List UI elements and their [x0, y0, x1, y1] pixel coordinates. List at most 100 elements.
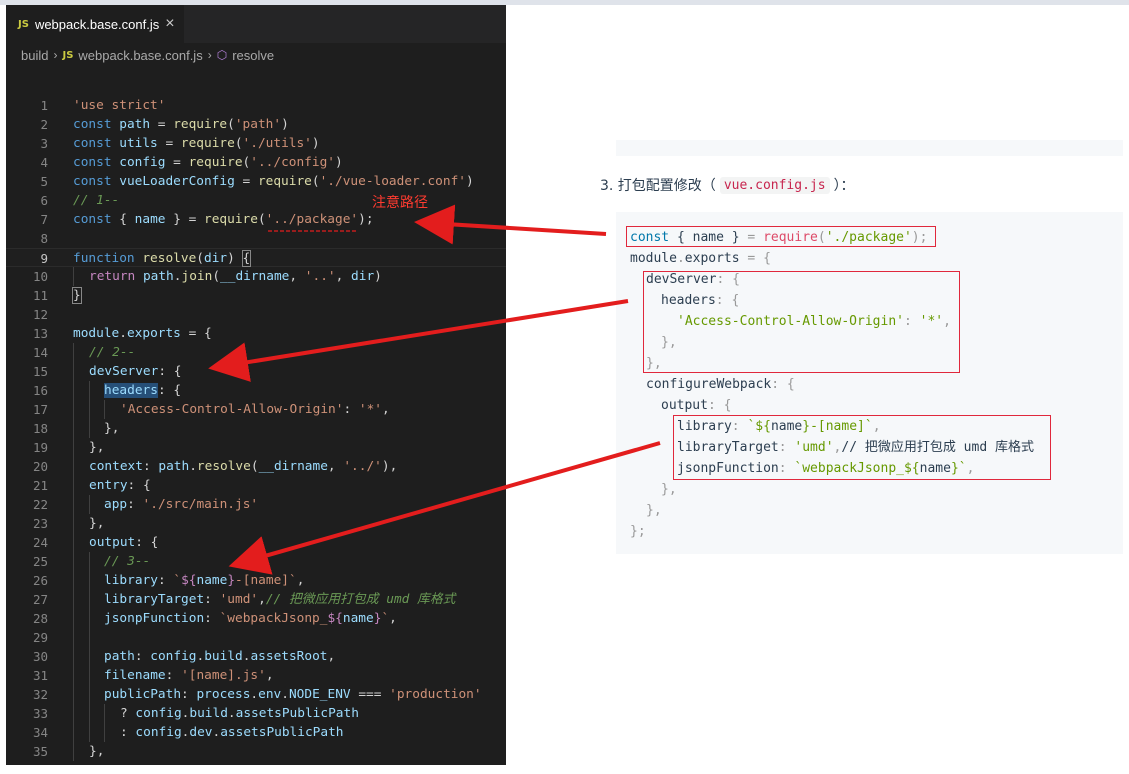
tab-webpack-base-conf[interactable]: JS webpack.base.conf.js ×: [6, 5, 184, 43]
identifier: name: [134, 212, 166, 227]
breadcrumb-folder[interactable]: build: [21, 48, 48, 63]
line-number: 1: [40, 98, 48, 113]
identifier: __dirname: [258, 459, 328, 474]
line-number: 33: [32, 706, 48, 721]
identifier: dir: [351, 269, 375, 284]
identifier: resolve: [196, 459, 251, 474]
code-line: 3 const utils = require('./utils'): [6, 134, 506, 153]
code-area[interactable]: 1 'use strict' 2 const path = require('pat…: [6, 96, 506, 761]
code-line: 6 // 1--: [6, 191, 506, 210]
code-line: 31 filename: '[name].js',: [6, 666, 506, 685]
comment: // 1--: [73, 193, 120, 208]
doc-code-line: };: [630, 524, 646, 539]
line-number: 27: [32, 592, 48, 607]
code-line: 11}: [6, 286, 506, 305]
identifier: join: [181, 269, 213, 284]
identifier: build: [189, 706, 228, 721]
template-brace: ${: [181, 573, 197, 588]
string-literal: 'umd': [219, 592, 259, 607]
string-literal: '*': [358, 402, 382, 417]
string-literal: 'path': [234, 117, 282, 132]
object-key: publicPath: [104, 687, 182, 702]
code-line: 34: config.dev.assetsPublicPath: [6, 723, 506, 742]
heading-suffix: ）：: [833, 178, 855, 194]
code-line: 19},: [6, 438, 506, 457]
highlight-box-devserver: [643, 271, 960, 373]
line-number: 11: [32, 288, 48, 303]
line-number: 34: [32, 725, 48, 740]
string-literal: 'Access-Control-Allow-Origin': [120, 402, 344, 417]
code-line: 21 entry: {: [6, 476, 506, 495]
function-name: resolve: [142, 251, 197, 266]
comment: // 把微应用打包成 umd 库格式: [265, 592, 456, 607]
line-number: 7: [40, 212, 48, 227]
tab-label: webpack.base.conf.js: [34, 16, 160, 32]
code-line: 13 module.exports = {: [6, 324, 506, 343]
code-line: 4 const config = require('../config'): [6, 153, 506, 172]
doc-code-line: },: [646, 503, 662, 518]
line-number: 28: [32, 611, 48, 626]
code-line: 29: [6, 628, 506, 647]
identifier: path: [142, 269, 174, 284]
highlight-box-require: [626, 226, 936, 247]
heading-text: 3. 打包配置修改（: [600, 178, 716, 194]
code-editor: JS webpack.base.conf.js × build › JS web…: [6, 5, 506, 765]
identifier: config: [150, 649, 197, 664]
identifier: config: [135, 706, 182, 721]
string-literal: 'use strict': [73, 98, 166, 113]
string-literal: '[name].js': [181, 668, 266, 683]
line-number: 12: [32, 307, 48, 322]
identifier: assetsPublicPath: [220, 725, 344, 740]
identifier: path: [158, 459, 190, 474]
breadcrumb-symbol[interactable]: resolve: [232, 48, 274, 63]
close-icon[interactable]: ×: [165, 15, 174, 33]
string-literal: './utils': [242, 136, 312, 151]
identifier: module: [73, 326, 120, 341]
line-number: 30: [32, 649, 48, 664]
doc-code-line: module.exports = {: [630, 251, 771, 266]
js-file-icon: JS: [62, 49, 74, 61]
code-line: 24 output: {: [6, 533, 506, 552]
identifier: name: [342, 611, 374, 626]
line-number: 10: [32, 269, 48, 284]
line-number: 6: [40, 193, 48, 208]
doc-code-line: configureWebpack: {: [646, 377, 795, 392]
highlight-box-output: [673, 415, 1051, 480]
code-line: 2 const path = require('path'): [6, 115, 506, 134]
line-number: 25: [32, 554, 48, 569]
comment: // 2--: [89, 345, 136, 360]
chevron-right-icon: ›: [53, 48, 58, 62]
code-line: 28 jsonpFunction: `webpackJsonp_${name}`,: [6, 609, 506, 628]
code-line: 22 app: './src/main.js': [6, 495, 506, 514]
code-line: 5 const vueLoaderConfig = require('./vue-…: [6, 172, 506, 191]
line-number: 26: [32, 573, 48, 588]
object-key: app: [104, 497, 128, 512]
js-file-icon: JS: [18, 18, 29, 30]
breadcrumb-file[interactable]: webpack.base.conf.js: [78, 48, 202, 63]
string-literal: 'production': [389, 687, 482, 702]
code-line: 10 return path.join(__dirname, '..', dir): [6, 267, 506, 286]
identifier: utils: [119, 136, 158, 151]
identifier: assetsRoot: [250, 649, 328, 664]
line-number: 13: [32, 326, 48, 341]
template-brace: }: [227, 573, 236, 588]
object-key: libraryTarget: [104, 592, 205, 607]
template-brace: ${: [327, 611, 343, 626]
object-key: library: [104, 573, 158, 588]
line-number: 15: [32, 364, 48, 379]
doc-code-line: },: [661, 482, 677, 497]
code-line: 15 devServer: {: [6, 362, 506, 381]
line-number: 24: [32, 535, 48, 550]
identifier: exports: [684, 251, 740, 266]
comment: // 3--: [104, 554, 151, 569]
object-key: output: [89, 535, 136, 550]
string-literal: `: [173, 573, 182, 588]
identifier: process: [196, 687, 251, 702]
identifier: path: [119, 117, 151, 132]
string-literal: './vue-loader.conf': [319, 174, 466, 189]
identifier: dev: [189, 725, 213, 740]
object-key: context: [89, 459, 143, 474]
code-line: 17 'Access-Control-Allow-Origin': '*',: [6, 400, 506, 419]
line-number: 9: [40, 251, 48, 266]
code-line: 16 headers: {: [6, 381, 506, 400]
